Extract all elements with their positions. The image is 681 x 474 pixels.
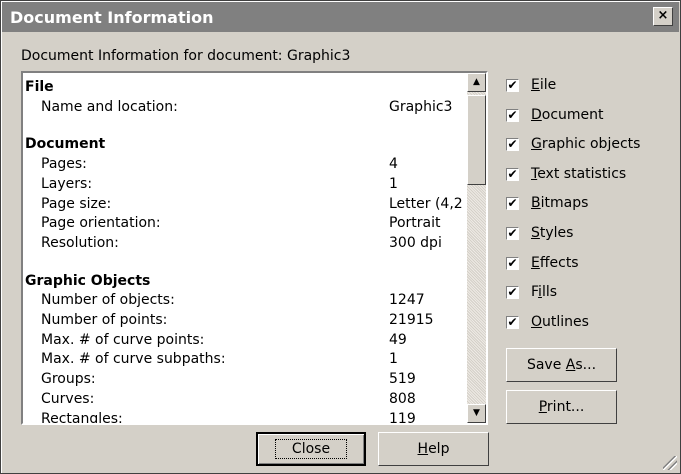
section-heading: File <box>25 79 54 95</box>
info-label: Number of objects: <box>41 292 175 309</box>
info-label: Rectangles: <box>41 410 123 425</box>
checkbox-label-rest: raphic objects <box>541 136 641 153</box>
checkbox[interactable]: ✔ <box>506 108 519 122</box>
checkbox-label: Effects <box>531 255 579 271</box>
checkbox[interactable]: ✔ <box>506 315 519 329</box>
save-as-label-pre: Save <box>526 357 566 373</box>
close-icon[interactable]: × <box>653 7 673 26</box>
checkbox-label-rest: itmaps <box>540 195 589 212</box>
save-as-button[interactable]: Save As... <box>506 348 617 382</box>
checkbox-label-key: G <box>531 136 542 153</box>
checkbox-label-key: S <box>531 225 540 241</box>
info-label: Name and location: <box>41 98 178 115</box>
checkbox-label: Outlines <box>531 314 589 330</box>
info-value: Portrait <box>389 215 441 232</box>
title-bar[interactable]: Document Information × <box>2 2 679 32</box>
close-button[interactable]: Close <box>256 432 366 466</box>
info-label: Max. # of curve subpaths: <box>41 351 226 368</box>
document-information-dialog: Document Information × Document Informat… <box>0 0 681 474</box>
checkbox-label: Text statistics <box>531 166 626 182</box>
info-label: Page orientation: <box>41 215 161 232</box>
info-label: Resolution: <box>41 234 119 251</box>
checkbox[interactable]: ✔ <box>506 79 519 92</box>
checkbox-label-rest: ocument <box>541 106 604 123</box>
print-button[interactable]: Print... <box>506 390 617 424</box>
info-label: Number of points: <box>41 312 168 328</box>
scroll-down-button[interactable]: ▼ <box>467 404 486 423</box>
scroll-thumb[interactable] <box>467 95 486 185</box>
help-label-key: H <box>417 441 429 457</box>
scroll-up-button[interactable]: ▲ <box>467 73 486 92</box>
info-value: 1 <box>389 175 398 192</box>
checkbox[interactable]: ✔ <box>506 138 519 152</box>
info-value: 300 dpi <box>389 234 442 251</box>
info-value: 1 <box>389 351 398 368</box>
checkbox-label-key: B <box>531 195 541 212</box>
info-label: Pages: <box>41 156 87 173</box>
checkbox-label-key: E <box>531 254 540 271</box>
print-label-key: P <box>538 399 547 415</box>
info-value: Graphic3 <box>389 98 453 115</box>
checkbox-label-rest: ext statistics <box>537 165 627 182</box>
checkbox-label: Graphic objects <box>531 136 640 152</box>
checkbox-label: Styles <box>531 225 573 241</box>
checkbox-label-key: O <box>531 313 543 330</box>
dialog-title: Document Information <box>10 8 214 27</box>
info-label: Max. # of curve points: <box>41 331 205 348</box>
checkbox[interactable]: ✔ <box>506 286 519 300</box>
info-value: Letter (4,2 <box>389 195 463 212</box>
info-value: 119 <box>389 410 416 425</box>
checkbox-label-pre: F <box>531 284 539 301</box>
document-subtitle: Document Information for document: Graph… <box>21 48 351 64</box>
info-value: 4 <box>389 156 398 173</box>
info-label: Curves: <box>41 390 95 407</box>
info-value: 49 <box>389 331 407 348</box>
help-label-rest: elp <box>428 441 450 457</box>
checkbox[interactable]: ✔ <box>506 197 519 211</box>
save-as-label-rest: s... <box>575 357 597 373</box>
info-label: Groups: <box>41 371 96 388</box>
print-label-rest: rint... <box>546 399 585 415</box>
checkbox-label-key: E <box>531 77 540 93</box>
checkbox-label: Fills <box>531 284 557 300</box>
info-label: Layers: <box>41 175 93 192</box>
checkbox-label-rest: utlines <box>542 313 589 330</box>
section-heading: Graphic Objects <box>25 272 151 289</box>
checkbox[interactable]: ✔ <box>506 167 519 181</box>
vertical-scrollbar[interactable]: ▲ ▼ <box>467 73 486 423</box>
section-heading: Document <box>25 136 106 153</box>
checkbox[interactable]: ✔ <box>506 227 519 240</box>
checkbox-label-rest: lls <box>541 284 558 301</box>
checkbox-label-rest: ile <box>539 77 557 93</box>
checkbox-label-rest: ffects <box>539 254 579 271</box>
resize-grip-icon[interactable] <box>663 456 677 470</box>
close-button-label: Close <box>274 439 348 459</box>
help-button[interactable]: Help <box>378 432 489 466</box>
info-value: 519 <box>389 371 416 388</box>
save-as-label-key: A <box>565 357 576 373</box>
checkbox-label-rest: tyles <box>539 225 574 241</box>
checkbox-label-key: D <box>531 106 542 123</box>
checkbox-label: Bitmaps <box>531 195 588 211</box>
info-listbox[interactable]: File Name and location: Graphic3 Document Pa… <box>21 71 488 425</box>
checkbox[interactable]: ✔ <box>506 256 519 270</box>
info-value: 21915 <box>389 312 434 328</box>
checkbox-label: Document <box>531 107 604 123</box>
info-value: 1247 <box>389 292 425 309</box>
info-label: Page size: <box>41 195 112 212</box>
info-value: 808 <box>389 390 416 407</box>
checkbox-label: Eile <box>531 77 556 93</box>
